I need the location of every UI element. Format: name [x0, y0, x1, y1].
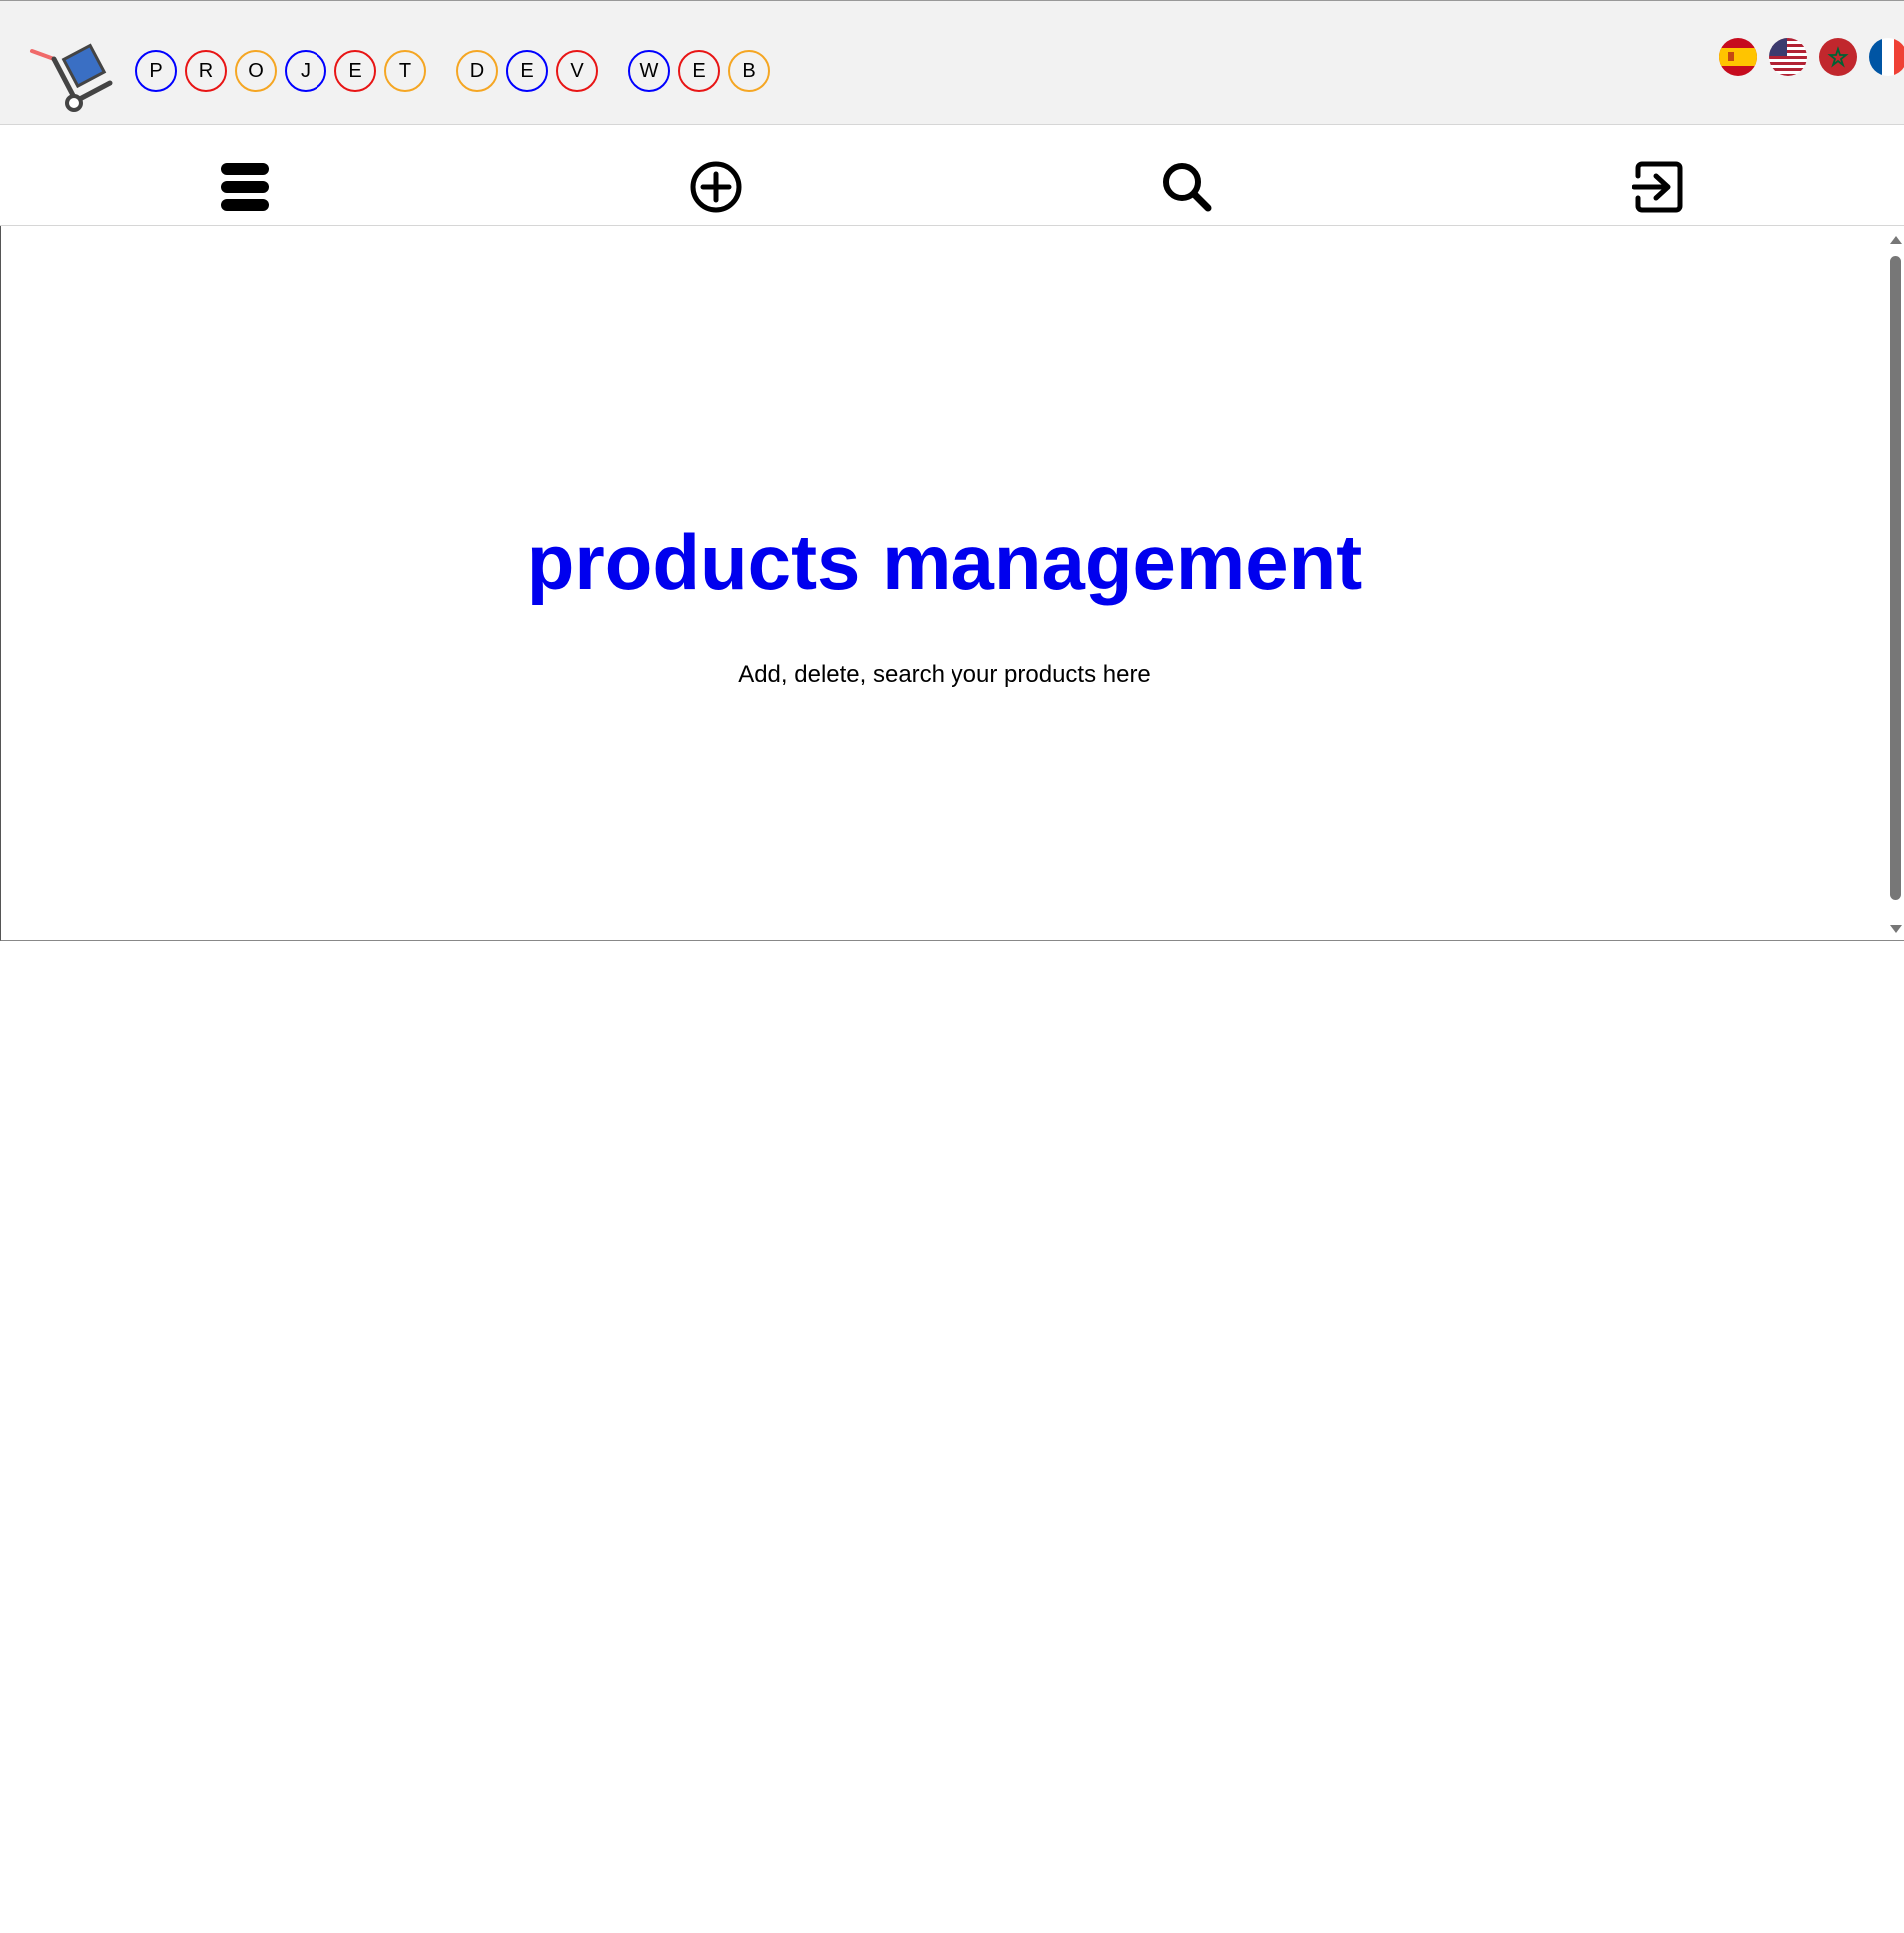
hand-truck-icon[interactable]: [28, 39, 118, 114]
language-selector: [1719, 38, 1904, 76]
title-letter: J: [285, 50, 326, 92]
page-title: products management: [526, 518, 1363, 606]
title-letter: D: [456, 50, 498, 92]
title-letter: O: [235, 50, 277, 92]
add-circle-icon[interactable]: [689, 160, 743, 214]
title-letter: B: [728, 50, 770, 92]
scroll-up-arrow-icon[interactable]: [1890, 236, 1902, 244]
page-subtitle: Add, delete, search your products here: [738, 661, 1151, 688]
search-icon[interactable]: [1160, 160, 1214, 214]
scroll-down-arrow-icon[interactable]: [1890, 925, 1902, 933]
title-letter: E: [678, 50, 720, 92]
toolbar: [0, 125, 1904, 226]
title-letter: W: [628, 50, 670, 92]
header: P R O J E T D E V W E B: [0, 0, 1904, 125]
title-letter: R: [185, 50, 227, 92]
title-letter: E: [506, 50, 548, 92]
morocco-flag-icon[interactable]: [1819, 38, 1857, 76]
france-flag-icon[interactable]: [1869, 38, 1904, 76]
usa-flag-icon[interactable]: [1769, 38, 1807, 76]
scrollbar-thumb[interactable]: [1890, 256, 1901, 900]
title-letter: V: [556, 50, 598, 92]
title-letter: E: [334, 50, 376, 92]
logout-icon[interactable]: [1632, 160, 1686, 214]
spain-flag-icon[interactable]: [1719, 38, 1757, 76]
title-letter: T: [384, 50, 426, 92]
content-frame: products management Add, delete, search …: [0, 226, 1904, 941]
title-letter: P: [135, 50, 177, 92]
menu-icon[interactable]: [218, 160, 272, 214]
vertical-scrollbar[interactable]: [1887, 226, 1904, 939]
site-title: P R O J E T D E V W E B: [135, 47, 778, 95]
